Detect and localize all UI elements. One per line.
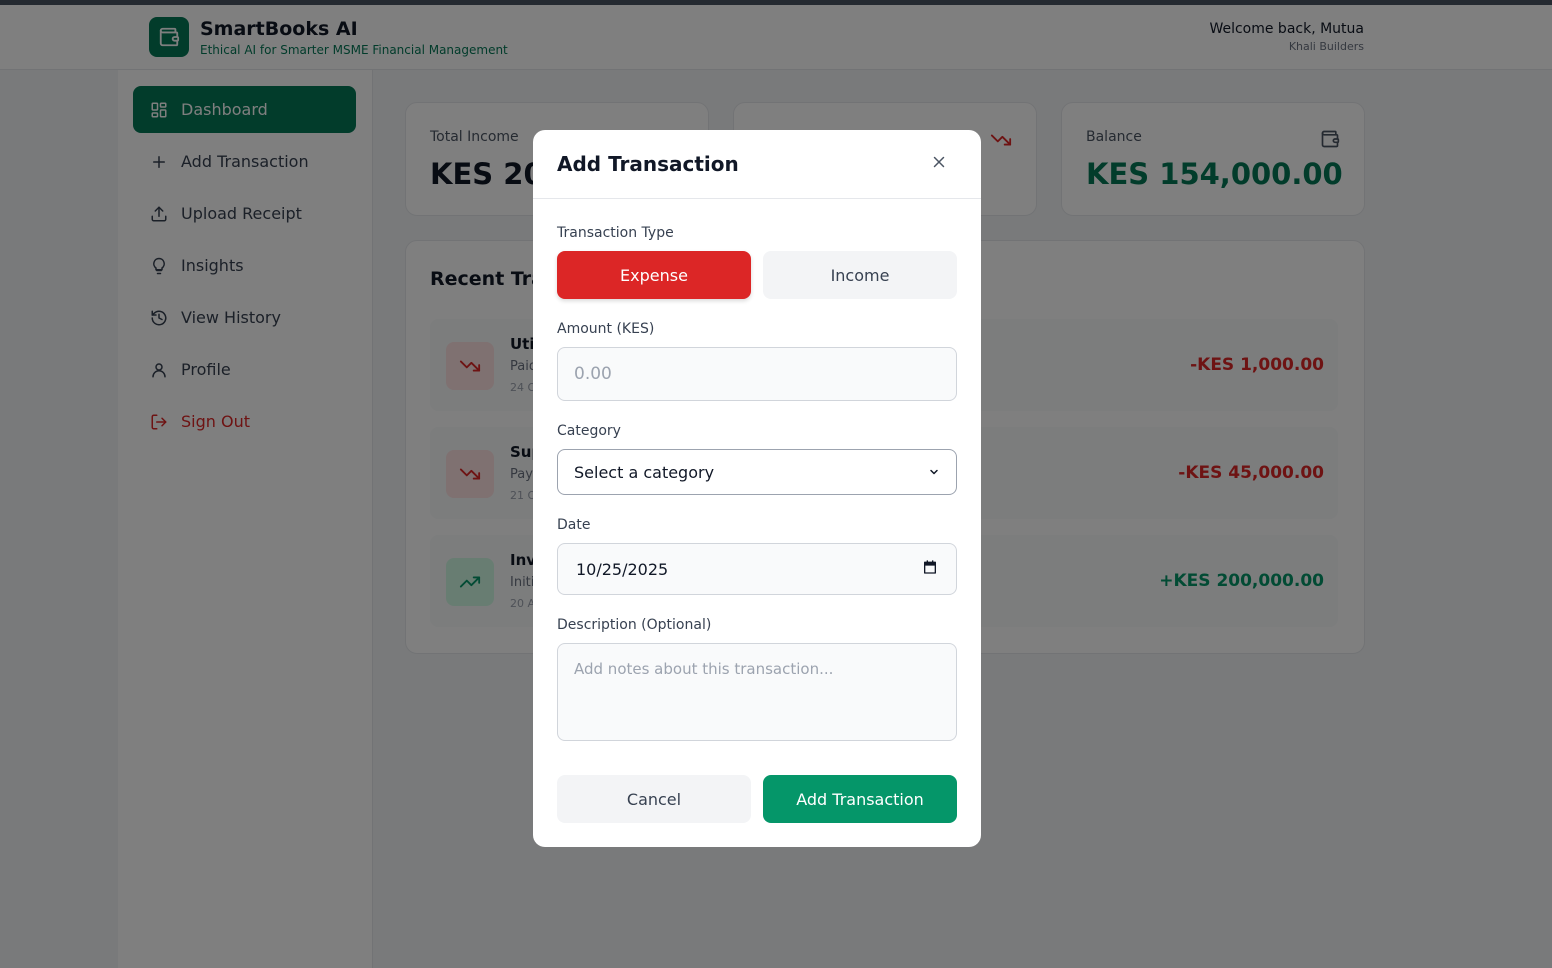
category-label: Category bbox=[557, 423, 621, 439]
close-icon bbox=[930, 153, 948, 175]
add-transaction-button[interactable]: Add Transaction bbox=[763, 775, 957, 823]
modal-header: Add Transaction bbox=[533, 130, 981, 199]
description-textarea[interactable] bbox=[557, 643, 957, 741]
date-label: Date bbox=[557, 517, 591, 533]
chevron-down-icon bbox=[928, 463, 940, 482]
category-select[interactable]: Select a category bbox=[557, 449, 957, 495]
close-button[interactable] bbox=[925, 150, 953, 178]
expense-type-button[interactable]: Expense bbox=[557, 251, 751, 299]
cancel-button[interactable]: Cancel bbox=[557, 775, 751, 823]
date-value: 10/25/2025 bbox=[576, 559, 669, 579]
amount-label: Amount (KES) bbox=[557, 321, 655, 337]
income-type-button[interactable]: Income bbox=[763, 251, 957, 299]
calendar-icon[interactable] bbox=[922, 559, 938, 579]
category-select-value: Select a category bbox=[574, 462, 715, 482]
modal-title: Add Transaction bbox=[557, 152, 739, 176]
date-input[interactable]: 10/25/2025 bbox=[557, 543, 957, 595]
transaction-type-label: Transaction Type bbox=[557, 225, 674, 241]
add-transaction-modal: Add Transaction Transaction Type Expense… bbox=[533, 130, 981, 847]
amount-input[interactable] bbox=[557, 347, 957, 401]
description-label: Description (Optional) bbox=[557, 617, 712, 633]
